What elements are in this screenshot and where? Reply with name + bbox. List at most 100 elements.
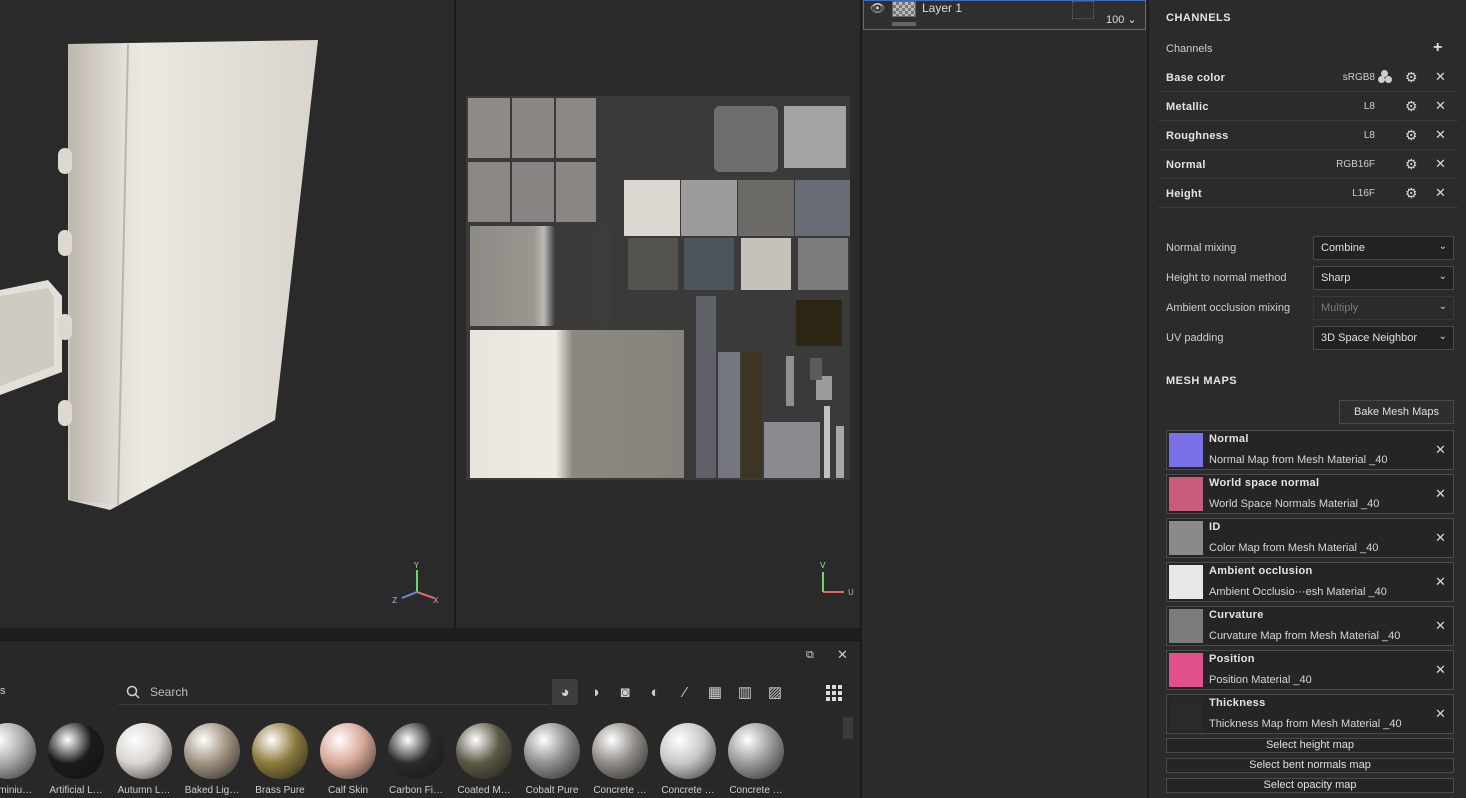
mesh-map-source[interactable]: World Space Normals Material _40	[1209, 498, 1379, 510]
environment-filter-icon[interactable]: ▨	[762, 679, 788, 705]
remove-channel-icon[interactable]: ✕	[1435, 127, 1446, 143]
mesh-map-source[interactable]: Color Map from Mesh Material _40	[1209, 542, 1378, 554]
remove-channel-icon[interactable]: ✕	[1435, 69, 1446, 85]
mesh-map-source[interactable]: Curvature Map from Mesh Material _40	[1209, 630, 1400, 642]
layer-mask-slot[interactable]	[1072, 1, 1094, 19]
material-thumbnail[interactable]: Artificial L…	[44, 715, 108, 798]
mesh-map-thumbnail	[1169, 609, 1203, 643]
select-map-button[interactable]: Select opacity map	[1166, 778, 1454, 793]
brush-filter-icon[interactable]: ⁄	[672, 679, 698, 705]
add-channel-button[interactable]: +	[1433, 39, 1442, 57]
remove-mesh-map-icon[interactable]: ✕	[1435, 486, 1446, 502]
alpha-filter-icon[interactable]: ▦	[702, 679, 728, 705]
mask-filter-icon[interactable]: ◙	[612, 679, 638, 705]
grid-view-icon[interactable]	[822, 681, 846, 705]
asset-scrollbar[interactable]	[843, 717, 853, 739]
channel-row[interactable]: Base color sRGB8 ⚙ ✕	[1157, 64, 1459, 92]
channel-row[interactable]: Height L16F ⚙ ✕	[1157, 180, 1459, 208]
channel-format[interactable]: RGB16F	[1336, 159, 1375, 170]
material-thumbnail[interactable]: Brass Pure	[248, 715, 312, 798]
mesh-map-source[interactable]: Normal Map from Mesh Material _40	[1209, 454, 1388, 466]
material-label: Concrete …	[661, 785, 715, 796]
axis-label-z: Z	[392, 596, 398, 605]
material-preview-sphere	[252, 723, 308, 779]
mesh-map-name: Position	[1209, 653, 1255, 665]
eye-icon[interactable]: 👁	[870, 1, 886, 15]
mesh-map-row[interactable]: Normal Normal Map from Mesh Material _40 ✕	[1166, 430, 1454, 470]
material-thumbnail[interactable]: Concrete …	[656, 715, 720, 798]
viewport-2d[interactable]: V U	[455, 0, 860, 628]
material-thumbnail[interactable]: Baked Lig…	[180, 715, 244, 798]
remove-mesh-map-icon[interactable]: ✕	[1435, 530, 1446, 546]
channel-row[interactable]: Roughness L8 ⚙ ✕	[1157, 122, 1459, 150]
select-map-button[interactable]: Select height map	[1166, 738, 1454, 753]
material-label: Brass Pure	[255, 785, 305, 796]
viewport-3d[interactable]: Y Z X	[0, 0, 454, 628]
mesh-map-row[interactable]: ID Color Map from Mesh Material _40 ✕	[1166, 518, 1454, 558]
material-thumbnail[interactable]: Aluminiu…	[0, 715, 40, 798]
mesh-map-source[interactable]: Ambient Occlusio···esh Material _40	[1209, 586, 1387, 598]
bake-mesh-maps-button[interactable]: Bake Mesh Maps	[1339, 400, 1454, 424]
truncated-tab-fragment[interactable]: s	[0, 685, 6, 697]
remove-mesh-map-icon[interactable]: ✕	[1435, 574, 1446, 590]
gear-icon[interactable]: ⚙	[1405, 98, 1421, 114]
mesh-map-row[interactable]: Curvature Curvature Map from Mesh Materia…	[1166, 606, 1454, 646]
channel-format[interactable]: L16F	[1352, 188, 1375, 199]
remove-mesh-map-icon[interactable]: ✕	[1435, 662, 1446, 678]
mesh-map-row[interactable]: Thickness Thickness Map from Mesh Materia…	[1166, 694, 1454, 734]
material-thumbnail[interactable]: Concrete …	[724, 715, 788, 798]
palette-icon[interactable]	[1378, 70, 1392, 84]
smart-material-filter-icon[interactable]: ◑	[582, 679, 608, 705]
material-thumbnail[interactable]: Concrete …	[588, 715, 652, 798]
mesh-map-name: ID	[1209, 521, 1221, 533]
gear-icon[interactable]: ⚙	[1405, 127, 1421, 143]
remove-channel-icon[interactable]: ✕	[1435, 156, 1446, 172]
mesh-map-source[interactable]: Position Material _40	[1209, 674, 1312, 686]
channel-row[interactable]: Normal RGB16F ⚙ ✕	[1157, 151, 1459, 179]
gear-icon[interactable]: ⚙	[1405, 69, 1421, 85]
mesh-map-name: Curvature	[1209, 609, 1264, 621]
layer-opacity-value: 100	[1106, 14, 1125, 26]
option-select[interactable]: Combine ⌄	[1313, 236, 1454, 260]
uv-texture-sheet	[466, 96, 850, 480]
search-input[interactable]: Search	[118, 679, 550, 705]
mesh-map-thumbnail	[1169, 697, 1203, 731]
gear-icon[interactable]: ⚙	[1405, 185, 1421, 201]
material-filter-icon[interactable]: ◕	[552, 679, 578, 705]
material-thumbnail[interactable]: Autumn L…	[112, 715, 176, 798]
remove-channel-icon[interactable]: ✕	[1435, 185, 1446, 201]
channel-format[interactable]: sRGB8	[1343, 72, 1375, 83]
mesh-map-source[interactable]: Thickness Map from Mesh Material _40	[1209, 718, 1402, 730]
mesh-map-row[interactable]: Ambient occlusion Ambient Occlusio···esh …	[1166, 562, 1454, 602]
remove-mesh-map-icon[interactable]: ✕	[1435, 618, 1446, 634]
gear-icon[interactable]: ⚙	[1405, 156, 1421, 172]
channel-row[interactable]: Metallic L8 ⚙ ✕	[1157, 93, 1459, 121]
remove-mesh-map-icon[interactable]: ✕	[1435, 706, 1446, 722]
mesh-map-row[interactable]: Position Position Material _40 ✕	[1166, 650, 1454, 690]
popout-icon[interactable]: ⧉	[806, 649, 814, 662]
material-thumbnail[interactable]: Coated M…	[452, 715, 516, 798]
option-label: Normal mixing	[1166, 242, 1237, 254]
option-label: UV padding	[1166, 332, 1224, 344]
material-label: Coated M…	[457, 785, 511, 796]
option-select[interactable]: 3D Space Neighbor ⌄	[1313, 326, 1454, 350]
generator-filter-icon[interactable]: ◐	[642, 679, 668, 705]
remove-channel-icon[interactable]: ✕	[1435, 98, 1446, 114]
mesh-map-thumbnail	[1169, 521, 1203, 555]
select-map-button[interactable]: Select bent normals map	[1166, 758, 1454, 773]
layer-opacity[interactable]: 100 ⌄	[1106, 13, 1137, 26]
channel-format[interactable]: L8	[1364, 101, 1375, 112]
search-placeholder: Search	[150, 684, 189, 699]
material-thumbnail[interactable]: Cobalt Pure	[520, 715, 584, 798]
layer-name: Layer 1	[922, 1, 963, 15]
layer-row[interactable]: 👁 Layer 1 100 ⌄	[863, 0, 1146, 30]
chevron-down-icon: ⌄	[1438, 301, 1447, 312]
material-thumbnail[interactable]: Carbon Fi…	[384, 715, 448, 798]
material-thumbnail[interactable]: Calf Skin	[316, 715, 380, 798]
close-icon[interactable]: ✕	[837, 647, 848, 663]
grunge-filter-icon[interactable]: ▥	[732, 679, 758, 705]
mesh-map-row[interactable]: World space normal World Space Normals Ma…	[1166, 474, 1454, 514]
option-select[interactable]: Sharp ⌄	[1313, 266, 1454, 290]
remove-mesh-map-icon[interactable]: ✕	[1435, 442, 1446, 458]
channel-format[interactable]: L8	[1364, 130, 1375, 141]
